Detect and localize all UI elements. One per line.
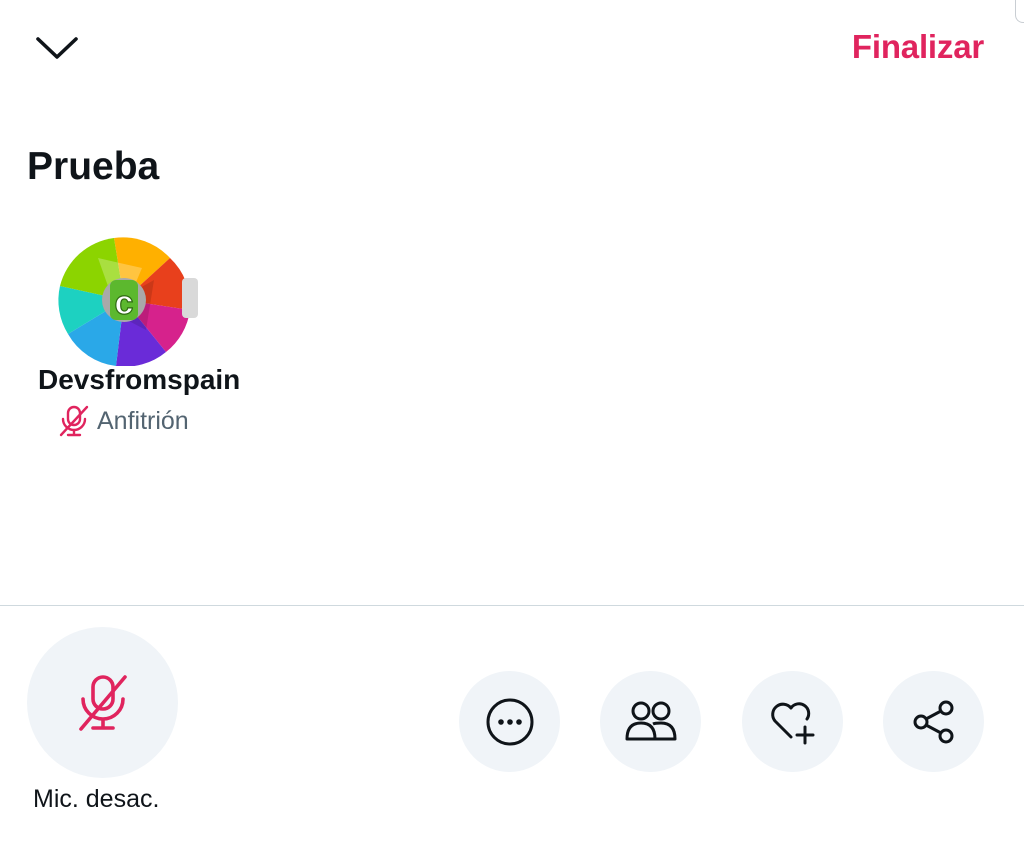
share-icon — [913, 700, 953, 743]
chevron-down-icon — [36, 37, 78, 59]
controls-divider — [0, 605, 1024, 606]
participant-role: Anfitrión — [57, 404, 189, 438]
role-label: Anfitrión — [97, 406, 189, 435]
more-options-button[interactable] — [459, 671, 560, 772]
space-screen: Finalizar Prueba c Devsfromspain Anfitri… — [0, 0, 1024, 857]
share-button[interactable] — [883, 671, 984, 772]
end-space-button[interactable]: Finalizar — [852, 28, 984, 66]
svg-text:c: c — [115, 284, 134, 322]
participants-button[interactable] — [600, 671, 701, 772]
mic-toggle-button[interactable] — [27, 627, 178, 778]
heart-plus-icon — [770, 701, 814, 744]
mic-off-icon — [59, 405, 89, 437]
window-edge — [1015, 0, 1024, 23]
participant-name: Devsfromspain — [38, 364, 241, 395]
avatar: c — [58, 237, 198, 366]
collapse-button[interactable] — [30, 26, 84, 70]
mic-off-icon — [78, 674, 127, 731]
participant-card[interactable]: c Devsfromspain Anfitrión — [38, 232, 278, 442]
react-button[interactable] — [742, 671, 843, 772]
space-title: Prueba — [27, 145, 160, 188]
more-icon — [486, 698, 533, 745]
mic-status-label: Mic. desac. — [33, 785, 160, 813]
people-icon — [625, 701, 676, 740]
